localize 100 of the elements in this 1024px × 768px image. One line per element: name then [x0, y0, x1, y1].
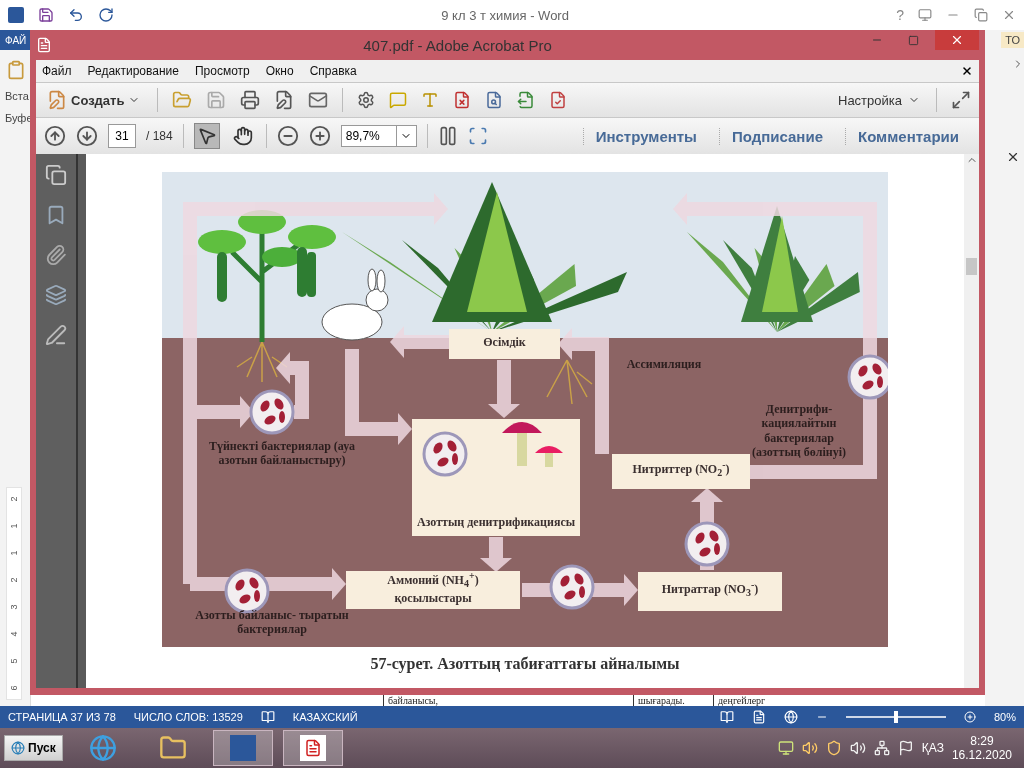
ribbon-tab[interactable]: ТО [1001, 32, 1024, 48]
acrobat-taskbar-icon[interactable] [282, 730, 343, 766]
diagram-label: Азотты байланыс- тыратын бактериялар [194, 608, 350, 637]
ruler-number: 2 [9, 496, 19, 502]
hand-icon [232, 126, 253, 146]
proofing-icon[interactable] [260, 710, 275, 724]
zoom-percent: 80% [993, 711, 1016, 723]
close-document-icon[interactable] [961, 65, 973, 77]
menu-item[interactable]: Справка [309, 64, 357, 78]
start-button[interactable]: Пуск [4, 735, 63, 761]
document-pencil-icon[interactable] [274, 90, 295, 110]
box-label: Өсімдік [483, 334, 526, 350]
box-label: Нитриттер (NO$_{2}$$^{-}$) [632, 459, 730, 480]
paperclip-icon[interactable] [45, 244, 67, 266]
document-pencil-icon [47, 90, 67, 110]
next-page-icon[interactable] [76, 125, 98, 147]
clock-date: 16.12.2020 [951, 748, 1012, 762]
previous-page-icon[interactable] [44, 125, 66, 147]
bacteria-icon [422, 431, 468, 477]
bacteria-icon [549, 564, 595, 610]
zoom-in-icon[interactable] [308, 125, 331, 147]
window-title: 9 кл 3 т химия - Word [440, 7, 570, 23]
ribbon-label: Вста [4, 90, 30, 102]
diagram-label: Түйнекті бактериялар (ауа азотын байланыстыру) [207, 439, 357, 468]
printer-icon[interactable] [240, 90, 261, 110]
web-layout-icon[interactable] [783, 710, 798, 724]
full-screen-icon[interactable] [951, 90, 971, 110]
menu-item[interactable]: Файл [42, 64, 72, 78]
create-button[interactable]: Создать [44, 87, 144, 113]
panel-tab[interactable]: Подписание [718, 127, 835, 145]
document-x-icon[interactable] [453, 91, 472, 109]
close-pane-icon[interactable] [1006, 150, 1020, 164]
globe-icon [11, 741, 25, 755]
arrow [488, 360, 520, 418]
speaker-muted-icon[interactable] [849, 740, 866, 756]
menu-item[interactable]: Просмотр [194, 64, 250, 78]
box-label: Азоттың денитрификациясы [416, 515, 576, 530]
gear-icon[interactable] [357, 91, 376, 109]
ruler-number: 1 [9, 523, 19, 529]
input-language[interactable]: ҚАЗ [921, 741, 944, 755]
customize-button[interactable]: Настройка [836, 90, 922, 110]
figure-caption: 57-сурет. Азоттың табиғаттағы айналымы [370, 655, 680, 673]
panel-tab[interactable]: Инструменты [582, 127, 709, 145]
tool-button[interactable] [193, 123, 220, 149]
ruler-number: 3 [9, 604, 19, 610]
fit-width-icon[interactable] [467, 126, 488, 146]
undo-icon[interactable] [68, 7, 84, 23]
panel-tab[interactable]: Комментарии [845, 127, 971, 145]
layers-icon[interactable] [45, 284, 67, 306]
monitor-tray-icon[interactable] [777, 740, 794, 756]
arrow [480, 537, 512, 572]
clock-time: 8:29 [970, 734, 994, 748]
diagram-label: Ассимиляция [625, 357, 703, 372]
window-title: 407.pdf - Adobe Acrobat Pro [362, 36, 553, 54]
box-label: Аммоний (NH$_{4}$$^{+}$) қосылыстары [386, 570, 480, 606]
pages-icon[interactable] [45, 164, 67, 186]
language-label: КАЗАХСКИЙ [292, 711, 358, 723]
flag-icon[interactable] [897, 740, 914, 756]
ruler-number: 1 [9, 550, 19, 556]
save-icon[interactable] [38, 7, 54, 23]
envelope-icon[interactable] [308, 90, 329, 110]
ribbon-display-icon[interactable] [918, 8, 932, 22]
zoom-out-icon[interactable] [276, 125, 299, 147]
shield-icon[interactable] [825, 740, 842, 756]
ruler-number: 2 [9, 577, 19, 583]
maximize-icon [907, 34, 919, 46]
ruler-number: 5 [9, 658, 19, 664]
page-total: / 184 [146, 129, 173, 143]
zoom-field[interactable]: 89,7% [340, 125, 397, 147]
file-tab[interactable]: ФАЙ [0, 30, 30, 50]
zoom-dropdown-button[interactable] [396, 125, 417, 147]
bacteria-icon [847, 354, 888, 400]
ruler-number: 4 [9, 631, 19, 637]
read-mode-icon[interactable] [719, 710, 734, 724]
document-arrow-icon[interactable] [517, 91, 536, 109]
document-magnifier-icon[interactable] [485, 91, 504, 109]
ruler-number: 6 [9, 685, 19, 691]
redo-icon[interactable] [98, 7, 114, 23]
clipboard-icon[interactable] [6, 60, 26, 80]
zoom-thumb[interactable] [893, 711, 898, 723]
speaker-icon[interactable] [801, 740, 818, 756]
menu-item[interactable]: Редактирование [87, 64, 179, 78]
close-icon [950, 33, 964, 47]
print-layout-icon[interactable] [751, 710, 766, 724]
network-icon[interactable] [873, 740, 890, 756]
signature-icon[interactable] [45, 324, 67, 346]
scroll-bar[interactable] [964, 154, 979, 688]
bacteria-icon [249, 389, 295, 435]
diagram-label: Денитрифи- кациялайтын бактериялар (азоттың бөлінуі) [751, 402, 847, 460]
help-button[interactable]: ? [896, 7, 904, 23]
page-number-field[interactable]: 31 [108, 124, 136, 148]
restore-icon[interactable] [974, 8, 988, 22]
word-logo-icon [8, 7, 24, 23]
document-check-icon[interactable] [549, 91, 568, 109]
menu-item[interactable]: Окно [265, 64, 294, 78]
word-count: ЧИСЛО СЛОВ: 13529 [133, 711, 243, 723]
pointer-icon [196, 126, 217, 146]
close-icon[interactable] [1002, 8, 1016, 22]
roots-drawing [546, 359, 593, 405]
word-taskbar-icon[interactable] [212, 730, 273, 766]
